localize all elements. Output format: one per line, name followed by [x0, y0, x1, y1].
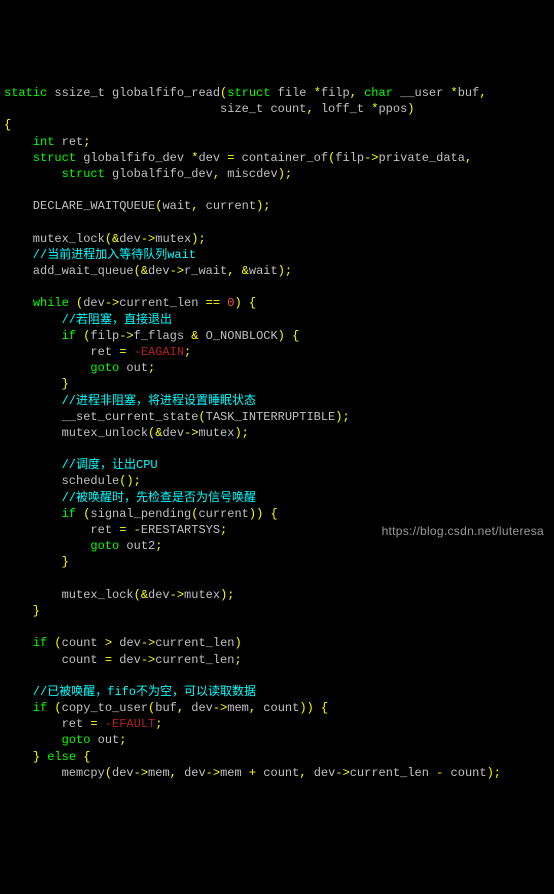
watermark-text: https://blog.csdn.net/luteresa [382, 523, 544, 539]
code-block: static ssize_t globalfifo_read(struct fi… [0, 65, 554, 781]
